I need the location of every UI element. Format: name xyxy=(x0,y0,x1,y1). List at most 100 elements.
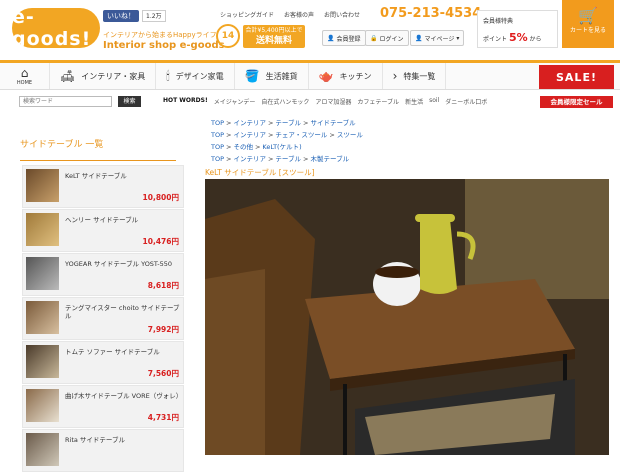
list-item[interactable]: YOGEAR サイドテーブル YOST-550 8,618円 xyxy=(22,253,184,296)
hot-word-link[interactable]: ダニーボル口ボ xyxy=(445,97,487,106)
product-thumbnail[interactable] xyxy=(26,169,59,202)
nav-appliances[interactable]: 🕯 デザイン家電 xyxy=(156,63,235,89)
breadcrumb-link[interactable]: チェア・スツール xyxy=(275,131,327,139)
product-photo-illustration xyxy=(205,179,609,455)
login-button[interactable]: 🔒 ログイン xyxy=(365,30,409,46)
hot-word-link[interactable]: 新生活 xyxy=(405,97,423,106)
facebook-like-widget: いいね！ 1.2万 xyxy=(103,10,166,22)
breadcrumb-link[interactable]: TOP xyxy=(211,119,224,127)
member-sale-button[interactable]: 会員様限定セール xyxy=(540,96,613,108)
mypage-button[interactable]: 👤 マイページ ▾ xyxy=(410,30,465,46)
product-name[interactable]: 曲げ木サイドテーブル VORE（ヴォレ） xyxy=(65,392,183,400)
list-item[interactable]: ヘンリー サイドテーブル 10,476円 xyxy=(22,209,184,252)
nav-kitchen[interactable]: 🫖 キッチン xyxy=(309,63,383,89)
site-logo[interactable]: e-goods! xyxy=(12,6,100,50)
breadcrumb-link[interactable]: TOP xyxy=(211,155,224,163)
register-button[interactable]: 👤 会員登録 xyxy=(322,30,366,46)
product-thumbnail[interactable] xyxy=(26,301,59,334)
product-price: 8,618円 xyxy=(147,281,179,290)
hot-word-link[interactable]: アロマ加湿器 xyxy=(315,97,351,106)
breadcrumb-link[interactable]: その他 xyxy=(233,143,253,151)
product-thumbnail[interactable] xyxy=(26,389,59,422)
breadcrumb: TOP > インテリア > チェア・スツール > スツール xyxy=(211,131,363,139)
breadcrumb-link[interactable]: スツール xyxy=(337,131,363,139)
breadcrumb-link[interactable]: KeLT(ケルト) xyxy=(262,143,301,151)
product-price: 7,992円 xyxy=(147,325,179,334)
breadcrumb-link[interactable]: インテリア xyxy=(233,155,266,163)
list-item[interactable]: KeLT サイドテーブル 10,800円 xyxy=(22,165,184,208)
list-item[interactable]: Rita サイドテーブル xyxy=(22,429,184,472)
contact-link[interactable]: お問い合わせ xyxy=(324,10,360,19)
product-name[interactable]: KeLT サイドテーブル xyxy=(65,172,183,180)
facebook-like-button[interactable]: いいね！ xyxy=(103,10,139,22)
kettle-icon: 🫖 xyxy=(318,69,334,83)
cart-icon: 🛒 xyxy=(578,6,598,25)
person-icon: 👤 xyxy=(327,34,335,42)
nav-features[interactable]: › 特集一覧 xyxy=(383,63,447,89)
lock-icon: 🔒 xyxy=(370,34,378,42)
breadcrumb-link[interactable]: TOP xyxy=(211,143,224,151)
breadcrumb-link[interactable]: テーブル xyxy=(275,155,301,163)
nav-interior-label: インテリア・家具 xyxy=(81,71,146,81)
register-label: 会員登録 xyxy=(336,35,361,43)
product-thumbnail[interactable] xyxy=(26,213,59,246)
hot-words: HOT WORDS! メイジャンデー 自在式ハンモック アロマ加湿器 カフェテー… xyxy=(163,97,487,106)
product-name[interactable]: トムテ ソファー サイドテーブル xyxy=(65,348,183,356)
main-nav: ⌂ HOME 🛋 インテリア・家具 🕯 デザイン家電 🪣 生活雑貨 🫖 キッチン › 特集一… xyxy=(0,60,620,90)
free-shipping-label: 送料無料 xyxy=(255,36,292,46)
nav-appliances-label: デザイン家電 xyxy=(175,71,224,81)
cart-button[interactable]: 🛒 カートを見る xyxy=(562,0,614,48)
list-item[interactable]: テングマイスター choito サイドテーブル 7,992円 xyxy=(22,297,184,340)
product-main-image[interactable] xyxy=(205,179,609,455)
chevron-right-icon: › xyxy=(392,69,398,83)
product-name[interactable]: Rita サイドテーブル xyxy=(65,436,183,444)
breadcrumb-link[interactable]: インテリア xyxy=(233,131,266,139)
breadcrumb: TOP > その他 > KeLT(ケルト) xyxy=(211,143,302,151)
facebook-like-count: 1.2万 xyxy=(142,10,166,22)
user-icon: 👤 xyxy=(415,34,423,42)
breadcrumb-link[interactable]: テーブル xyxy=(275,119,301,127)
points-label: ポイント xyxy=(483,36,508,43)
product-thumbnail[interactable] xyxy=(26,345,59,378)
hot-word-link[interactable]: メイジャンデー xyxy=(214,97,256,106)
product-thumbnail[interactable] xyxy=(26,257,59,290)
nav-features-label: 特集一覧 xyxy=(403,71,436,81)
points-suffix: から xyxy=(529,36,542,43)
hot-word-link[interactable]: soil xyxy=(429,97,439,106)
sidebar-title: サイドテーブル 一覧 xyxy=(20,137,176,161)
home-icon: ⌂ xyxy=(20,66,29,80)
search-button[interactable]: 検索 xyxy=(118,96,141,107)
breadcrumb: TOP > インテリア > テーブル > 木製テーブル xyxy=(211,155,350,163)
phone-number: 075-213-4534 xyxy=(380,6,482,21)
nav-home-label: HOME xyxy=(16,80,33,86)
list-item[interactable]: トムテ ソファー サイドテーブル 7,560円 xyxy=(22,341,184,384)
bucket-icon: 🪣 xyxy=(244,69,260,83)
sale-banner[interactable]: SALE! xyxy=(539,65,614,89)
customer-voice-link[interactable]: お客様の声 xyxy=(284,10,314,19)
list-item[interactable]: 曲げ木サイドテーブル VORE（ヴォレ） 4,731円 xyxy=(22,385,184,428)
hot-word-link[interactable]: 自在式ハンモック xyxy=(261,97,309,106)
tagline: インテリアから始まるHappyライフ xyxy=(103,31,217,39)
lamp-icon: 🕯 xyxy=(166,68,170,83)
hot-word-link[interactable]: カフェテーブル xyxy=(357,97,399,106)
nav-goods-label: 生活雑貨 xyxy=(265,71,298,81)
chevron-down-icon: ▾ xyxy=(456,34,460,42)
nav-interior[interactable]: 🛋 インテリア・家具 xyxy=(50,63,157,89)
nav-home[interactable]: ⌂ HOME xyxy=(0,63,50,89)
breadcrumb-link[interactable]: TOP xyxy=(211,131,224,139)
breadcrumb-list: TOP > インテリア > テーブル > サイドテーブル TOP > インテリア > チェア・スツー… xyxy=(211,117,363,165)
sofa-icon: 🛋 xyxy=(60,69,76,83)
shopping-guide-link[interactable]: ショッピングガイド xyxy=(220,10,274,19)
product-name[interactable]: ヘンリー サイドテーブル xyxy=(65,216,183,224)
hot-words-label: HOT WORDS! xyxy=(163,97,208,104)
product-name[interactable]: YOGEAR サイドテーブル YOST-550 xyxy=(65,260,183,268)
nav-goods[interactable]: 🪣 生活雑貨 xyxy=(235,63,309,89)
member-label: 会員様特典 xyxy=(483,18,514,25)
breadcrumb-link[interactable]: インテリア xyxy=(233,119,266,127)
search-input[interactable] xyxy=(19,96,112,107)
breadcrumb-link[interactable]: サイドテーブル xyxy=(311,119,356,127)
product-thumbnail[interactable] xyxy=(26,433,59,466)
breadcrumb-link[interactable]: 木製テーブル xyxy=(311,155,350,163)
product-price: 7,560円 xyxy=(147,369,179,378)
product-name[interactable]: テングマイスター choito サイドテーブル xyxy=(65,304,183,320)
